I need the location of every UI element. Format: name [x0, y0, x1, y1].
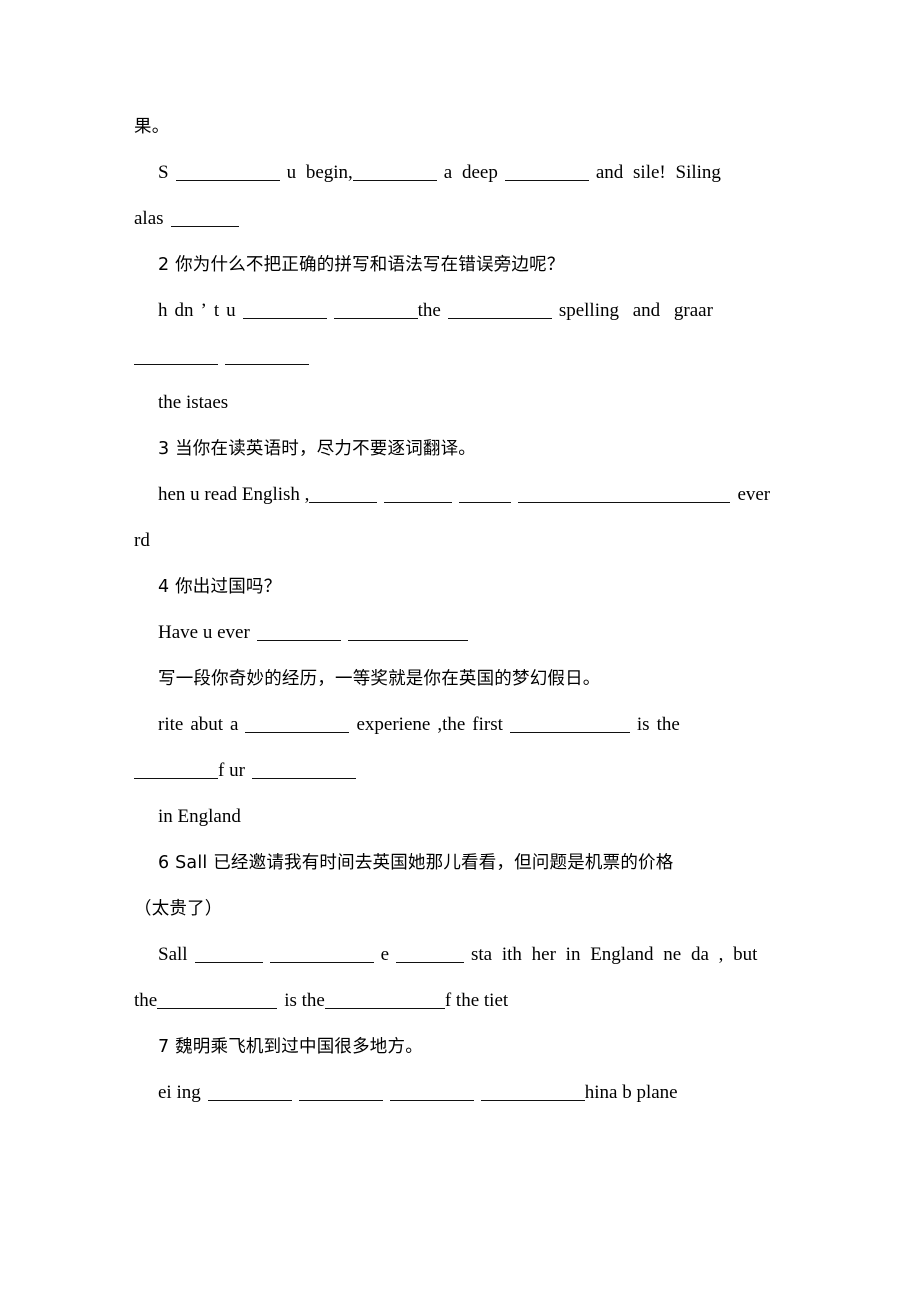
blank-field[interactable] [157, 990, 278, 1010]
blank-field[interactable] [242, 300, 327, 320]
answer-1-token-tail: and sile! Siling [595, 162, 721, 183]
answer-2-token-the: the [417, 300, 441, 321]
answer-5-token-a: a [230, 714, 239, 735]
answer-line-1: Su begin, a deep and sile! Siling [134, 150, 782, 196]
blank-field[interactable] [175, 162, 280, 182]
question-4-prompt: 4 你出过国吗？ [158, 577, 282, 597]
apostrophe-glyph: ’ [200, 300, 207, 321]
answer-5-token-the: ,the [437, 714, 466, 735]
question-6-prompt-line-1: 6 Sall 已经邀请我有时间去英国她那儿看看，但问题是机票的价格 [158, 853, 674, 873]
answer-3-token-head: hen u read English , [158, 484, 310, 505]
blank-field[interactable] [333, 300, 418, 320]
blank-field[interactable] [459, 484, 512, 504]
answer-line-6-wrap: the is the f the tiet [134, 978, 782, 1024]
blank-field[interactable] [389, 1082, 474, 1102]
answer-line-5-wrap: f ur [134, 748, 782, 794]
answer-line-2-continued: the istaes [158, 392, 229, 413]
answer-6-token-isthe: is the [284, 990, 325, 1011]
answer-2-token-u: u [226, 300, 236, 321]
blank-field[interactable] [194, 944, 263, 964]
answer-6-token-tail: sta ith her in England ne da , but [471, 944, 758, 965]
answer-1-token-begin: u begin, [286, 162, 353, 183]
answer-line-5-continued: in England [158, 806, 241, 827]
blank-field[interactable] [256, 622, 341, 642]
answer-line-2: h dn ’ t u the spelling and graar [134, 288, 782, 334]
blank-field[interactable] [269, 944, 374, 964]
answer-6-token-e: e [380, 944, 389, 965]
answer-1-token-s: S [158, 162, 169, 183]
blank-field[interactable] [298, 1082, 383, 1102]
question-6-prompt-line-2: （太贵了） [134, 899, 223, 919]
answer-6-token-ftheTiet: f the tiet [444, 990, 509, 1011]
blank-field[interactable] [245, 714, 350, 734]
question-2-prompt: 2 你为什么不把正确的拼写和语法写在错误旁边呢？ [158, 255, 565, 275]
answer-5-token-is: is [636, 714, 650, 735]
answer-2-token-dn: dn [174, 300, 194, 321]
question-7-prompt: 7 魏明乘飞机到过中国很多地方。 [158, 1037, 423, 1057]
answer-1-token-alas: alas [134, 208, 164, 229]
paragraph-fruit-tail: 果。 [134, 117, 170, 137]
blank-field[interactable] [480, 1082, 585, 1102]
answer-5-token-abut: abut [190, 714, 224, 735]
blank-field[interactable] [347, 622, 468, 642]
question-5-prompt: 写一段你奇妙的经历，一等奖就是你在英国的梦幻假日。 [158, 669, 601, 689]
answer-5-token-experiene: experiene [356, 714, 431, 735]
blank-field[interactable] [447, 300, 552, 320]
answer-2-token-tail: spelling and graar [558, 300, 713, 321]
blank-field[interactable] [518, 484, 731, 504]
answer-6-token-the: the [134, 990, 158, 1011]
answer-5-token-first: first [472, 714, 503, 735]
blank-field[interactable] [352, 162, 437, 182]
answer-6-token-sall: Sall [158, 944, 188, 965]
answer-5-token-fur: f ur [218, 760, 245, 781]
answer-2-token-h: h [158, 300, 168, 321]
answer-5-token-rite: rite [158, 714, 184, 735]
answer-5-token-the2: the [656, 714, 680, 735]
blank-field[interactable] [324, 990, 445, 1010]
blank-field[interactable] [207, 1082, 292, 1102]
blank-field[interactable] [396, 944, 464, 964]
answer-line-1-wrap: alas [134, 196, 782, 242]
answer-1-token-deep: a deep [443, 162, 498, 183]
blank-field[interactable] [509, 714, 630, 734]
blank-field[interactable] [504, 162, 589, 182]
answer-line-6: Sall e sta ith her in England ne da , but [134, 932, 782, 978]
answer-line-2-wrap [134, 334, 782, 380]
blank-field[interactable] [384, 484, 453, 504]
blank-field[interactable] [134, 346, 218, 366]
answer-3-token-tail: ever [737, 484, 771, 505]
answer-7-token-tail: hina b plane [584, 1082, 678, 1103]
answer-line-4: Have u ever [134, 610, 782, 656]
document-body: 果。 Su begin, a deep and sile! Siling alas … [134, 104, 782, 1116]
document-page: 果。 Su begin, a deep and sile! Siling alas … [0, 0, 920, 1302]
blank-field[interactable] [134, 760, 218, 780]
answer-7-token-head: ei ing [158, 1082, 201, 1103]
answer-line-3-wrap: rd [134, 530, 150, 551]
question-3-prompt: 3 当你在读英语时，尽力不要逐词翻译。 [158, 439, 476, 459]
answer-2-token-t: t [213, 300, 220, 321]
blank-field[interactable] [251, 760, 356, 780]
blank-field[interactable] [309, 484, 378, 504]
answer-4-token-head: Have u ever [158, 622, 250, 643]
blank-field[interactable] [170, 208, 239, 228]
answer-line-3: hen u read English , ever [134, 472, 782, 518]
answer-line-5: rite abut a experiene ,the first is the [134, 702, 782, 748]
answer-line-7: ei ing hina b plane [134, 1070, 782, 1116]
blank-field[interactable] [225, 346, 309, 366]
